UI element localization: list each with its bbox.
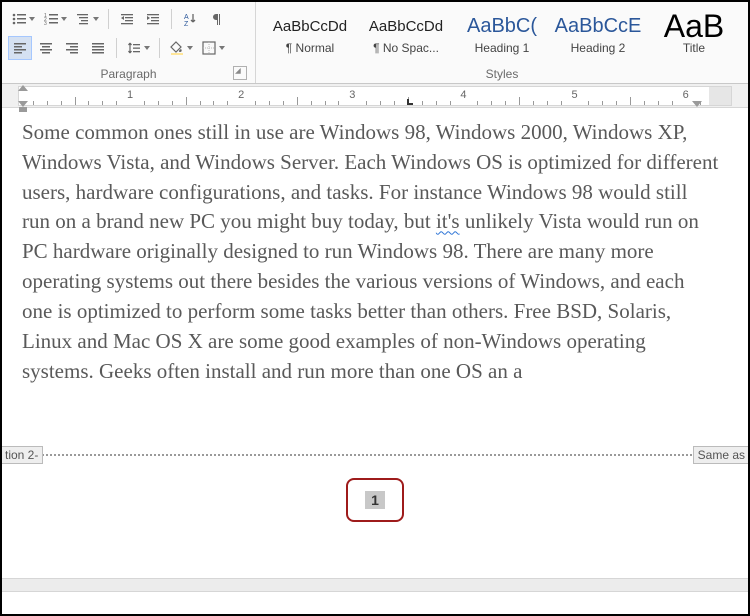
shading-button[interactable] <box>166 36 196 60</box>
document-body[interactable]: Some common ones still in use are Window… <box>2 108 748 386</box>
page-gap <box>2 578 748 614</box>
borders-button[interactable] <box>198 36 228 60</box>
section-break: tion 2- Same as <box>2 446 748 464</box>
styles-group-label: Styles <box>262 63 742 83</box>
paragraph-row-2 <box>8 34 249 64</box>
paragraph-row-1: 123 AZ <box>8 4 249 34</box>
align-center-button[interactable] <box>34 36 58 60</box>
style--no-spac-[interactable]: AaBbCcDd¶ No Spac... <box>358 4 454 63</box>
multilevel-list-button[interactable] <box>72 7 102 31</box>
svg-text:Z: Z <box>184 21 189 27</box>
bullets-button[interactable] <box>8 7 38 31</box>
style-heading-2[interactable]: AaBbCcEHeading 2 <box>550 4 646 63</box>
style-title[interactable]: AaBTitle <box>646 4 742 63</box>
section-tag-right[interactable]: Same as <box>693 446 748 464</box>
styles-gallery[interactable]: AaBbCcDd¶ NormalAaBbCcDd¶ No Spac...AaBb… <box>262 4 742 63</box>
justify-button[interactable] <box>86 36 110 60</box>
svg-text:A: A <box>184 14 189 21</box>
grammar-squiggle[interactable]: it's <box>436 209 460 233</box>
ribbon: 123 AZ <box>2 2 748 84</box>
horizontal-ruler[interactable]: 123456 <box>18 86 732 106</box>
svg-text:3: 3 <box>44 21 47 27</box>
paragraph-dialog-launcher[interactable] <box>233 66 247 80</box>
page-number-highlight: 1 <box>346 478 404 522</box>
style-heading-1[interactable]: AaBbC(Heading 1 <box>454 4 550 63</box>
align-right-button[interactable] <box>60 36 84 60</box>
ruler-area: 123456 <box>2 84 748 108</box>
line-spacing-button[interactable] <box>123 36 153 60</box>
align-left-button[interactable] <box>8 36 32 60</box>
decrease-indent-button[interactable] <box>115 7 139 31</box>
document-area: Some common ones still in use are Window… <box>2 108 748 614</box>
group-paragraph: 123 AZ <box>2 2 256 83</box>
group-styles: AaBbCcDd¶ NormalAaBbCcDd¶ No Spac...AaBb… <box>256 2 748 83</box>
section-tag-left[interactable]: tion 2- <box>2 446 43 464</box>
style--normal[interactable]: AaBbCcDd¶ Normal <box>262 4 358 63</box>
sort-button[interactable]: AZ <box>178 7 202 31</box>
numbering-button[interactable]: 123 <box>40 7 70 31</box>
increase-indent-button[interactable] <box>141 7 165 31</box>
paragraph-group-label: Paragraph <box>8 63 249 83</box>
body-text-2: unlikely Vista would run on PC hardware … <box>22 209 699 382</box>
page-number-field[interactable]: 1 <box>365 491 385 509</box>
show-hide-marks-button[interactable] <box>204 7 228 31</box>
